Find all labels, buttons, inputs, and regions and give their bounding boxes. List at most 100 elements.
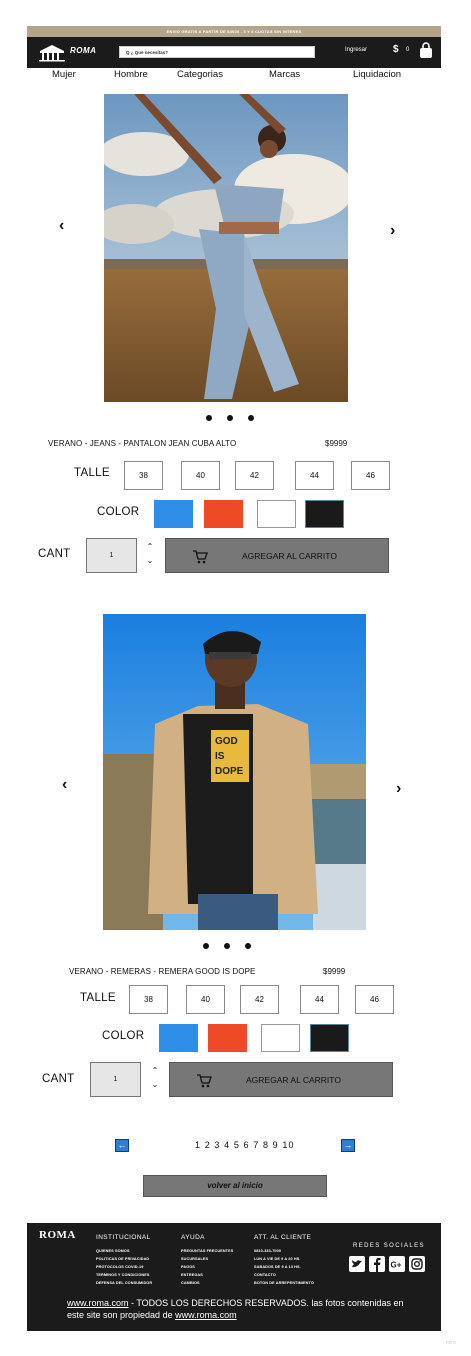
carousel-prev-arrow[interactable]: ‹ <box>59 217 64 235</box>
legal-link[interactable]: www.roma.com <box>175 1310 237 1320</box>
product-price: $9999 <box>325 439 348 448</box>
pagination-pages[interactable]: 1 2 3 4 5 6 7 8 9 10 <box>195 1140 295 1150</box>
footer-link[interactable]: BOTON DE ARREPENTIMIENTO <box>254 1279 314 1287</box>
carousel-dots <box>206 415 254 421</box>
product-image[interactable] <box>104 94 348 402</box>
carousel-prev-arrow[interactable]: ‹ <box>62 776 67 794</box>
color-swatch-white[interactable] <box>257 500 296 528</box>
roma-logo-icon[interactable] <box>37 43 67 62</box>
color-swatch-blue[interactable] <box>154 500 193 528</box>
legal-link[interactable]: www.roma.com <box>67 1298 129 1308</box>
nav-item-categorias[interactable]: Categorias <box>177 69 223 80</box>
footer-link[interactable]: PREGUNTAS FRECUENTES <box>181 1247 233 1255</box>
size-option-42[interactable]: 42 <box>235 461 274 490</box>
nav-item-hombre[interactable]: Hombre <box>114 69 148 80</box>
footer-link[interactable]: PAGOS <box>181 1263 233 1271</box>
quantity-up-icon[interactable]: ⌃ <box>150 1066 160 1076</box>
facebook-icon[interactable] <box>369 1256 385 1272</box>
nav-item-mujer[interactable]: Mujer <box>52 69 76 80</box>
add-to-cart-label: AGREGAR AL CARRITO <box>246 1075 341 1085</box>
color-swatch-black[interactable] <box>310 1024 349 1052</box>
size-option-44[interactable]: 44 <box>295 461 334 490</box>
size-option-38[interactable]: 38 <box>129 985 168 1014</box>
carousel-dot[interactable] <box>224 943 230 949</box>
promo-banner: ENVIO GRATIS A PARTIR DE $4000 - 3 Y 6 C… <box>27 26 441 37</box>
footer-link[interactable]: ENTREGAS <box>181 1271 233 1279</box>
add-to-cart-button[interactable]: AGREGAR AL CARRITO <box>169 1062 393 1097</box>
footer-column-title: INSTITUCIONAL <box>96 1234 151 1241</box>
legal-notice: www.roma.com - TODOS LOS DERECHOS RESERV… <box>67 1297 417 1321</box>
footer-link[interactable]: DEFENSA DEL CONSUMIDOR <box>96 1279 152 1287</box>
quantity-down-icon[interactable]: ⌄ <box>150 1080 160 1090</box>
carousel-next-arrow[interactable]: › <box>390 222 395 240</box>
size-option-44[interactable]: 44 <box>300 985 339 1014</box>
social-title: REDES SOCIALES <box>353 1243 425 1249</box>
footer-link[interactable]: LUN A VIE DE 9 A 20 HS. <box>254 1255 314 1263</box>
site-header: ROMA Q ¿ Que necesitas? Ingresar $ 0 <box>27 37 441 68</box>
shopping-bag-icon[interactable] <box>419 42 433 59</box>
size-option-46[interactable]: 46 <box>355 985 394 1014</box>
site-footer: ROMA INSTITUCIONAL QUIENES SOMOS POLITIC… <box>27 1223 441 1331</box>
footer-link[interactable]: TERMINOS Y CONDICIONES <box>96 1271 152 1279</box>
pagination-prev-button[interactable]: ← <box>115 1139 129 1152</box>
size-option-42[interactable]: 42 <box>240 985 279 1014</box>
footer-link[interactable]: POLITICAS DE PRIVACIDAD <box>96 1255 152 1263</box>
footer-column-institucional: INSTITUCIONAL QUIENES SOMOS POLITICAS DE… <box>96 1234 152 1287</box>
quantity-input[interactable]: 1 <box>86 538 137 573</box>
color-swatch-red[interactable] <box>208 1024 247 1052</box>
google-plus-icon[interactable]: G+ <box>389 1256 405 1272</box>
size-option-40[interactable]: 40 <box>186 985 225 1014</box>
size-option-46[interactable]: 46 <box>351 461 390 490</box>
search-input[interactable]: Q ¿ Que necesitas? <box>119 46 315 58</box>
size-label: TALLE <box>74 467 110 479</box>
color-swatch-red[interactable] <box>204 500 243 528</box>
footer-link[interactable]: 0810-333-7000 <box>254 1247 314 1255</box>
carousel-dot[interactable] <box>248 415 254 421</box>
nav-item-liquidacion[interactable]: Liquidacion <box>353 69 401 80</box>
size-option-38[interactable]: 38 <box>124 461 163 490</box>
login-link[interactable]: Ingresar <box>345 47 367 53</box>
logo-text[interactable]: ROMA <box>70 46 96 55</box>
instagram-icon[interactable] <box>409 1256 425 1272</box>
svg-text:GOD: GOD <box>215 736 238 747</box>
product-name: VERANO - JEANS - PANTALON JEAN CUBA ALTO <box>48 439 237 448</box>
cart-count: 0 <box>406 47 410 53</box>
footer-column-title: ATT. AL CLIENTE <box>254 1234 312 1241</box>
carousel-dot[interactable] <box>245 943 251 949</box>
carousel-next-arrow[interactable]: › <box>396 780 401 798</box>
footer-link[interactable]: SUCURSALES <box>181 1255 233 1263</box>
footer-column-ayuda: AYUDA PREGUNTAS FRECUENTES SUCURSALES PA… <box>181 1234 233 1287</box>
footer-logo[interactable]: ROMA <box>39 1229 76 1241</box>
carousel-dot[interactable] <box>206 415 212 421</box>
carousel-dots <box>203 943 251 949</box>
pagination-next-button[interactable]: → <box>341 1139 355 1152</box>
carousel-dot[interactable] <box>227 415 233 421</box>
size-label: TALLE <box>80 992 116 1004</box>
footer-link[interactable]: QUIENES SOMOS <box>96 1247 152 1255</box>
cart-icon <box>193 550 208 564</box>
footer-link[interactable]: PROTOCOLOS COVID-19 <box>96 1263 152 1271</box>
size-option-40[interactable]: 40 <box>181 461 220 490</box>
color-swatch-black[interactable] <box>305 500 344 528</box>
product-name: VERANO - REMERAS - REMERA GOOD IS DOPE <box>69 967 256 976</box>
back-home-button[interactable]: volver al inicio <box>143 1175 327 1197</box>
footer-link[interactable]: CAMBIOS <box>181 1279 233 1287</box>
quantity-label: CANT <box>42 1073 75 1085</box>
watermark: miro <box>446 1340 456 1346</box>
cart-icon <box>197 1074 212 1088</box>
footer-column-title: AYUDA <box>181 1234 205 1241</box>
currency-symbol: $ <box>393 44 399 55</box>
add-to-cart-button[interactable]: AGREGAR AL CARRITO <box>165 538 389 573</box>
color-swatch-white[interactable] <box>261 1024 300 1052</box>
quantity-down-icon[interactable]: ⌄ <box>145 556 155 566</box>
carousel-dot[interactable] <box>203 943 209 949</box>
quantity-up-icon[interactable]: ⌃ <box>145 542 155 552</box>
footer-link[interactable]: SABADOS DE 9 A 13 HS. <box>254 1263 314 1271</box>
footer-link[interactable]: CONTACTO <box>254 1271 314 1279</box>
quantity-input[interactable]: 1 <box>90 1062 141 1097</box>
twitter-icon[interactable] <box>349 1256 365 1272</box>
main-nav: Mujer Hombre Categorias Marcas Liquidaci… <box>27 68 441 82</box>
color-swatch-blue[interactable] <box>159 1024 198 1052</box>
product-image[interactable]: GOD IS DOPE <box>103 614 366 930</box>
nav-item-marcas[interactable]: Marcas <box>269 69 300 80</box>
